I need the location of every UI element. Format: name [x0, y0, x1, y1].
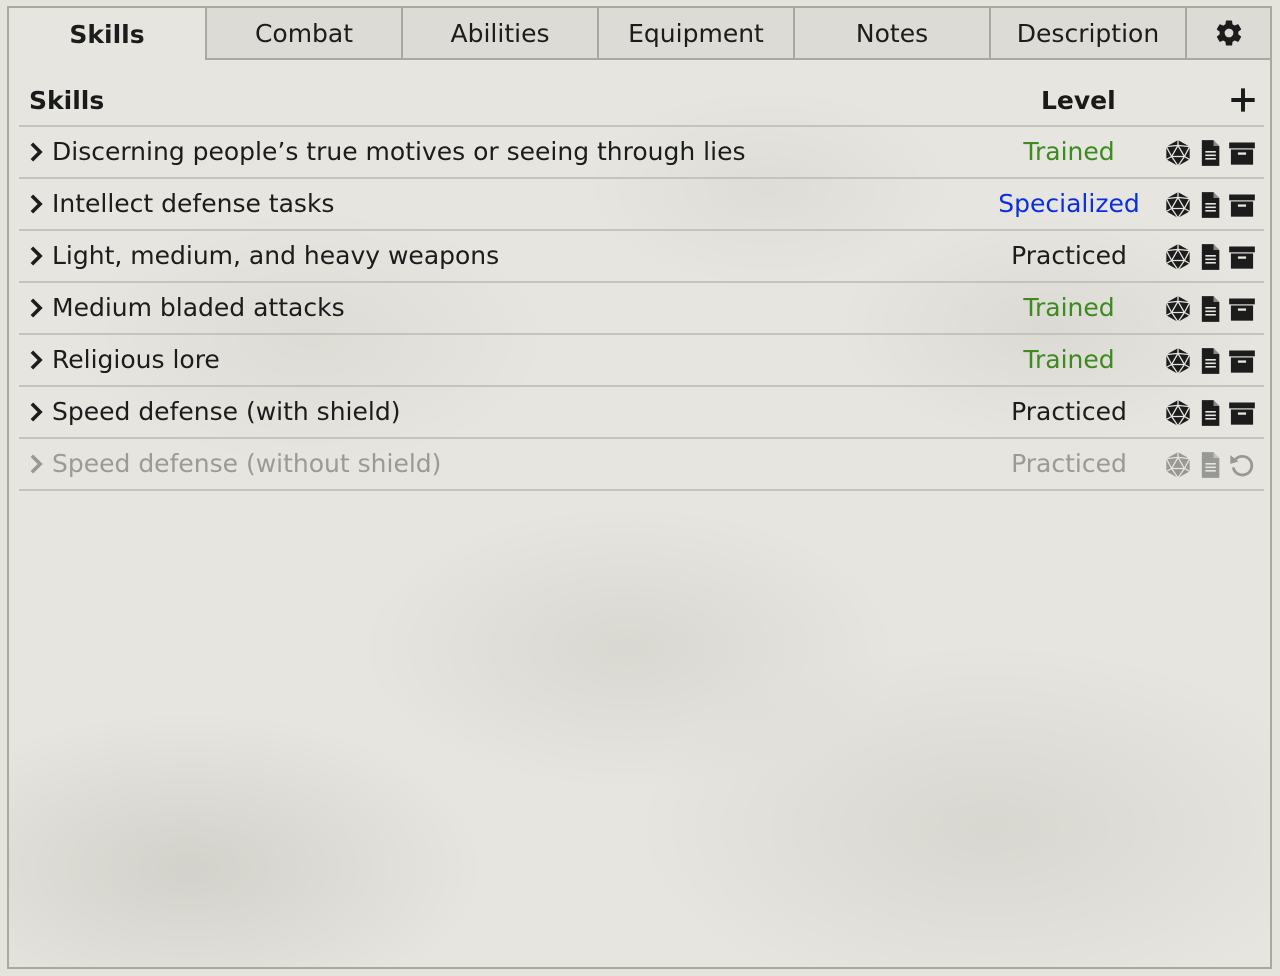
- tab-settings[interactable]: [1185, 8, 1270, 60]
- skill-name[interactable]: Speed defense (without shield): [52, 449, 441, 478]
- tab-abilities[interactable]: Abilities: [401, 8, 597, 60]
- archive-icon[interactable]: [1228, 190, 1256, 220]
- document-icon[interactable]: [1196, 450, 1224, 480]
- plus-icon[interactable]: [1229, 86, 1257, 114]
- tab-bar: Skills Combat Abilities Equipment Notes …: [9, 8, 1270, 60]
- chevron-right-icon[interactable]: [27, 245, 45, 267]
- d20-icon[interactable]: [1164, 294, 1192, 324]
- skill-level[interactable]: Practiced: [979, 397, 1159, 426]
- skill-name[interactable]: Discerning people’s true motives or seei…: [52, 137, 745, 166]
- skill-actions: [1164, 397, 1256, 429]
- d20-icon[interactable]: [1164, 242, 1192, 272]
- skill-level[interactable]: Practiced: [979, 449, 1159, 478]
- character-sheet: Skills Combat Abilities Equipment Notes …: [7, 6, 1272, 969]
- skill-row[interactable]: Religious lore Trained: [19, 333, 1264, 385]
- level-column-header: Level: [1041, 86, 1116, 115]
- document-icon[interactable]: [1196, 346, 1224, 376]
- skill-row[interactable]: Intellect defense tasks Specialized: [19, 177, 1264, 229]
- skill-row[interactable]: Speed defense (without shield) Practiced: [19, 437, 1264, 491]
- skill-actions: [1164, 293, 1256, 325]
- d20-icon[interactable]: [1164, 450, 1192, 480]
- archive-icon[interactable]: [1228, 398, 1256, 428]
- tab-skills[interactable]: Skills: [9, 8, 205, 60]
- d20-icon[interactable]: [1164, 346, 1192, 376]
- skill-name[interactable]: Medium bladed attacks: [52, 293, 345, 322]
- chevron-right-icon[interactable]: [27, 193, 45, 215]
- skill-actions: [1164, 345, 1256, 377]
- chevron-right-icon[interactable]: [27, 141, 45, 163]
- skill-level[interactable]: Specialized: [979, 189, 1159, 218]
- archive-icon[interactable]: [1228, 294, 1256, 324]
- skill-name[interactable]: Speed defense (with shield): [52, 397, 400, 426]
- d20-icon[interactable]: [1164, 190, 1192, 220]
- chevron-right-icon[interactable]: [27, 401, 45, 423]
- tab-notes[interactable]: Notes: [793, 8, 989, 60]
- skill-level[interactable]: Practiced: [979, 241, 1159, 270]
- skill-row[interactable]: Discerning people’s true motives or seei…: [19, 125, 1264, 177]
- d20-icon[interactable]: [1164, 398, 1192, 428]
- document-icon[interactable]: [1196, 294, 1224, 324]
- skill-row[interactable]: Medium bladed attacks Trained: [19, 281, 1264, 333]
- skill-name[interactable]: Light, medium, and heavy weapons: [52, 241, 499, 270]
- skill-actions: [1164, 137, 1256, 169]
- skill-list: Discerning people’s true motives or seei…: [19, 125, 1264, 491]
- document-icon[interactable]: [1196, 190, 1224, 220]
- chevron-right-icon[interactable]: [27, 297, 45, 319]
- archive-icon[interactable]: [1228, 242, 1256, 272]
- chevron-right-icon[interactable]: [27, 349, 45, 371]
- skill-row[interactable]: Speed defense (with shield) Practiced: [19, 385, 1264, 437]
- skill-level[interactable]: Trained: [979, 293, 1159, 322]
- document-icon[interactable]: [1196, 242, 1224, 272]
- chevron-right-icon[interactable]: [27, 453, 45, 475]
- document-icon[interactable]: [1196, 138, 1224, 168]
- skills-header: Skills Level: [19, 80, 1264, 126]
- tab-description[interactable]: Description: [989, 8, 1185, 60]
- tab-equipment[interactable]: Equipment: [597, 8, 793, 60]
- skill-row[interactable]: Light, medium, and heavy weapons Practice…: [19, 229, 1264, 281]
- skill-level[interactable]: Trained: [979, 137, 1159, 166]
- skill-actions: [1164, 241, 1256, 273]
- archive-icon[interactable]: [1228, 138, 1256, 168]
- restore-icon[interactable]: [1228, 450, 1256, 480]
- skill-level[interactable]: Trained: [979, 345, 1159, 374]
- document-icon[interactable]: [1196, 398, 1224, 428]
- archive-icon[interactable]: [1228, 346, 1256, 376]
- d20-icon[interactable]: [1164, 138, 1192, 168]
- skill-actions: [1164, 449, 1256, 481]
- gear-icon: [1216, 20, 1241, 46]
- skill-name[interactable]: Religious lore: [52, 345, 220, 374]
- skill-actions: [1164, 189, 1256, 221]
- skill-name[interactable]: Intellect defense tasks: [52, 189, 334, 218]
- tab-combat[interactable]: Combat: [205, 8, 401, 60]
- skills-column-header: Skills: [29, 86, 105, 115]
